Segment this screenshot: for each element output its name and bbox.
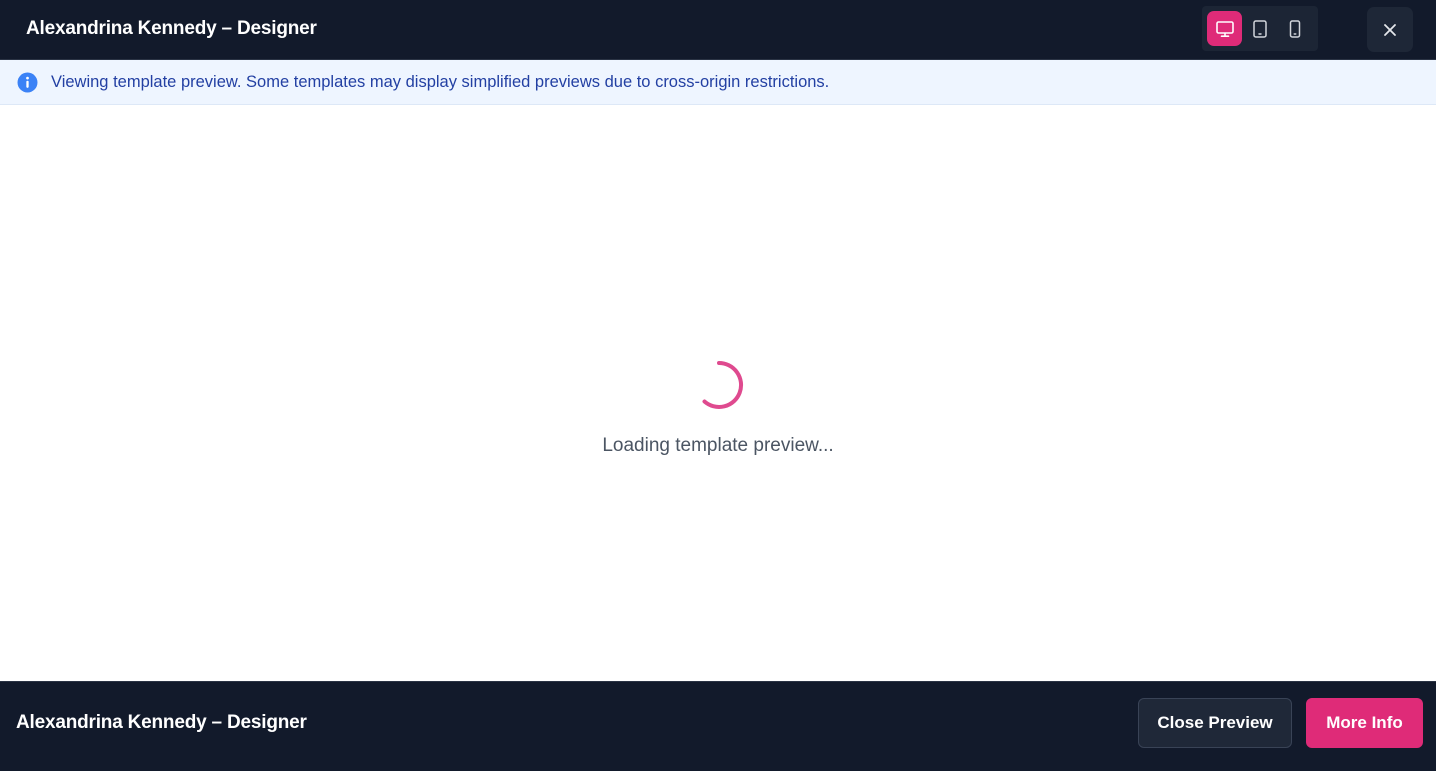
info-banner: Viewing template preview. Some templates… bbox=[0, 60, 1436, 105]
device-switcher bbox=[1202, 6, 1318, 51]
more-info-button[interactable]: More Info bbox=[1306, 698, 1423, 748]
close-preview-button[interactable]: Close Preview bbox=[1138, 698, 1292, 748]
device-mobile-button[interactable] bbox=[1277, 11, 1312, 46]
close-icon bbox=[1384, 23, 1396, 36]
page-title: Alexandrina Kennedy – Designer bbox=[26, 18, 317, 39]
loading-text: Loading template preview... bbox=[602, 435, 834, 456]
info-banner-text: Viewing template preview. Some templates… bbox=[51, 73, 830, 91]
device-desktop-button[interactable] bbox=[1207, 11, 1242, 46]
device-tablet-button[interactable] bbox=[1242, 11, 1277, 46]
close-button[interactable] bbox=[1367, 7, 1413, 52]
desktop-icon bbox=[1215, 20, 1234, 37]
mobile-icon bbox=[1289, 19, 1300, 38]
top-bar: Alexandrina Kennedy – Designer bbox=[0, 0, 1436, 60]
footer-title: Alexandrina Kennedy – Designer bbox=[16, 712, 307, 733]
tablet-icon bbox=[1252, 19, 1267, 38]
preview-area: Loading template preview... bbox=[0, 105, 1436, 681]
footer-bar: Alexandrina Kennedy – Designer Close Pre… bbox=[0, 681, 1436, 771]
info-icon bbox=[17, 72, 38, 93]
loading-spinner-icon bbox=[702, 360, 744, 409]
